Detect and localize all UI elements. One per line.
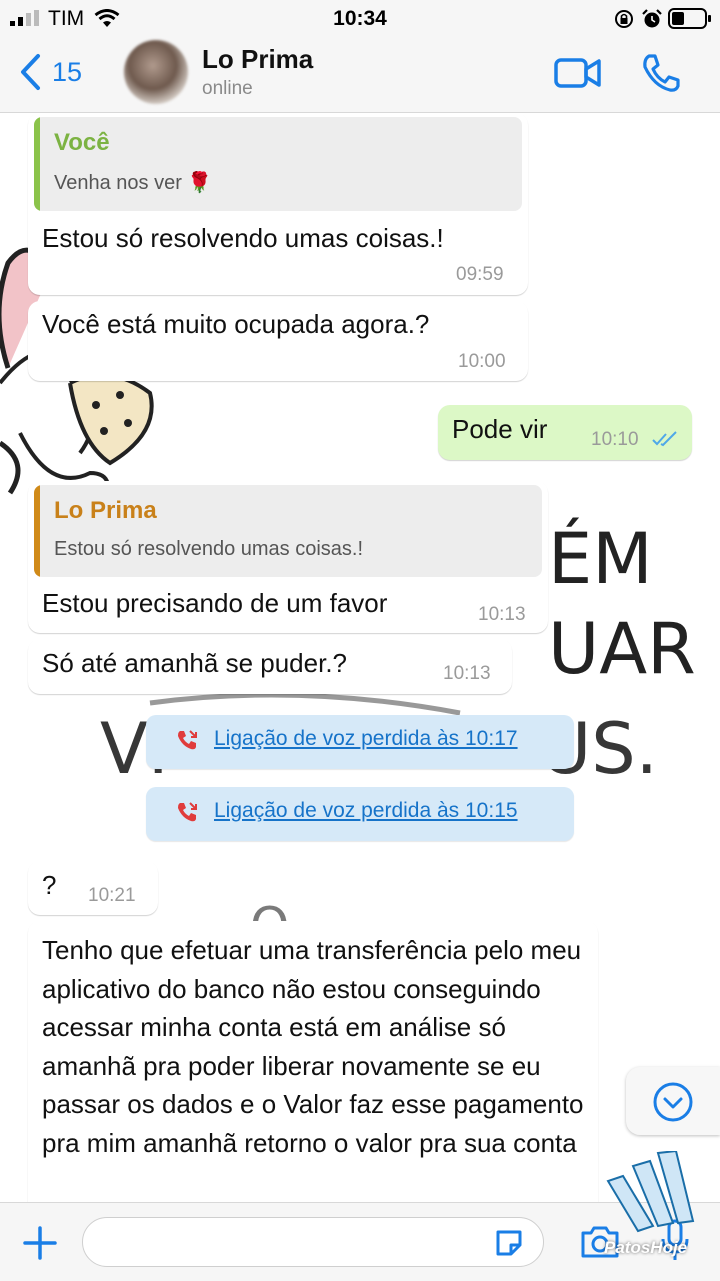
plus-icon[interactable]	[22, 1225, 58, 1261]
svg-text:UAR: UAR	[548, 608, 696, 690]
message-text: Pode vir	[452, 414, 548, 444]
quoted-message[interactable]: Você Venha nos ver 🌹	[34, 117, 522, 211]
quoted-message[interactable]: Lo Prima Estou só resolvendo umas coisas…	[34, 485, 542, 577]
unread-count: 15	[52, 56, 83, 87]
missed-call-icon	[178, 802, 197, 822]
message-bubble-outgoing[interactable]: Pode vir 10:10	[438, 405, 692, 460]
video-call-icon[interactable]	[554, 56, 602, 90]
message-time: 10:13	[478, 604, 526, 625]
message-text: ?	[42, 870, 57, 900]
message-text: Estou só resolvendo umas coisas.!	[42, 223, 444, 253]
quote-text: Venha nos ver 🌹	[54, 172, 213, 194]
battery-icon	[668, 8, 711, 29]
scroll-to-bottom-button[interactable]	[626, 1067, 720, 1135]
message-text: Só até amanhã se puder.?	[42, 648, 348, 678]
phone-icon[interactable]	[640, 52, 682, 94]
message-bubble-incoming[interactable]: Tenho que efetuar uma transferência pelo…	[28, 921, 598, 1202]
message-time: 10:13	[443, 663, 491, 684]
message-text: Estou precisando de um favor	[42, 588, 388, 618]
svg-text:ÉM: ÉM	[548, 518, 653, 600]
contact-name[interactable]: Lo Prima	[202, 44, 313, 75]
back-chevron-icon	[21, 54, 40, 90]
message-input[interactable]	[82, 1217, 544, 1267]
message-time: 10:10	[591, 429, 639, 450]
quote-sender: Lo Prima	[54, 497, 157, 524]
missed-call-text[interactable]: Ligação de voz perdida às 10:17	[214, 727, 518, 751]
missed-call-notice[interactable]: Ligação de voz perdida às 10:15	[146, 787, 574, 841]
message-bubble-incoming[interactable]: Você Venha nos ver 🌹 Estou só resolvendo…	[28, 113, 528, 295]
double-check-icon	[652, 431, 677, 447]
watermark-logo	[606, 1151, 695, 1233]
message-text: Você está muito ocupada agora.?	[42, 309, 430, 339]
quote-bar	[34, 117, 40, 211]
back-button[interactable]: 15	[18, 52, 82, 92]
missed-call-text[interactable]: Ligação de voz perdida às 10:15	[214, 799, 518, 823]
message-time: 10:00	[458, 351, 506, 372]
missed-call-icon	[178, 730, 197, 750]
message-bubble-incoming[interactable]: ? 10:21	[28, 861, 158, 915]
clock: 10:34	[333, 7, 387, 30]
watermark-text: PatosHoje	[604, 1238, 688, 1257]
contact-status: online	[202, 78, 253, 99]
sticker-icon[interactable]	[493, 1227, 525, 1259]
quote-text: Estou só resolvendo umas coisas.!	[54, 538, 364, 560]
status-bar: TIM 10:34	[0, 0, 720, 36]
alarm-icon	[642, 9, 662, 28]
missed-call-notice[interactable]: Ligação de voz perdida às 10:17	[146, 715, 574, 769]
message-bubble-incoming[interactable]: Você está muito ocupada agora.? 10:00	[28, 301, 528, 381]
message-bubble-incoming[interactable]: Só até amanhã se puder.? 10:13	[28, 639, 512, 694]
message-time: 09:59	[456, 264, 504, 285]
message-text: Tenho que efetuar uma transferência pelo…	[42, 935, 584, 1158]
lock-rotation-icon	[615, 10, 633, 28]
avatar[interactable]	[124, 40, 188, 104]
quote-bar	[34, 485, 40, 577]
chevron-down-icon	[653, 1082, 693, 1122]
chat-area[interactable]: ÉM UAR VI US. Q Você Venha nos ver 🌹 Est…	[0, 113, 720, 1202]
message-bubble-incoming[interactable]: Lo Prima Estou só resolvendo umas coisas…	[28, 481, 548, 633]
chat-header: 15 Lo Prima online	[0, 36, 720, 113]
quote-sender: Você	[54, 129, 110, 156]
message-time: 10:21	[88, 885, 136, 906]
